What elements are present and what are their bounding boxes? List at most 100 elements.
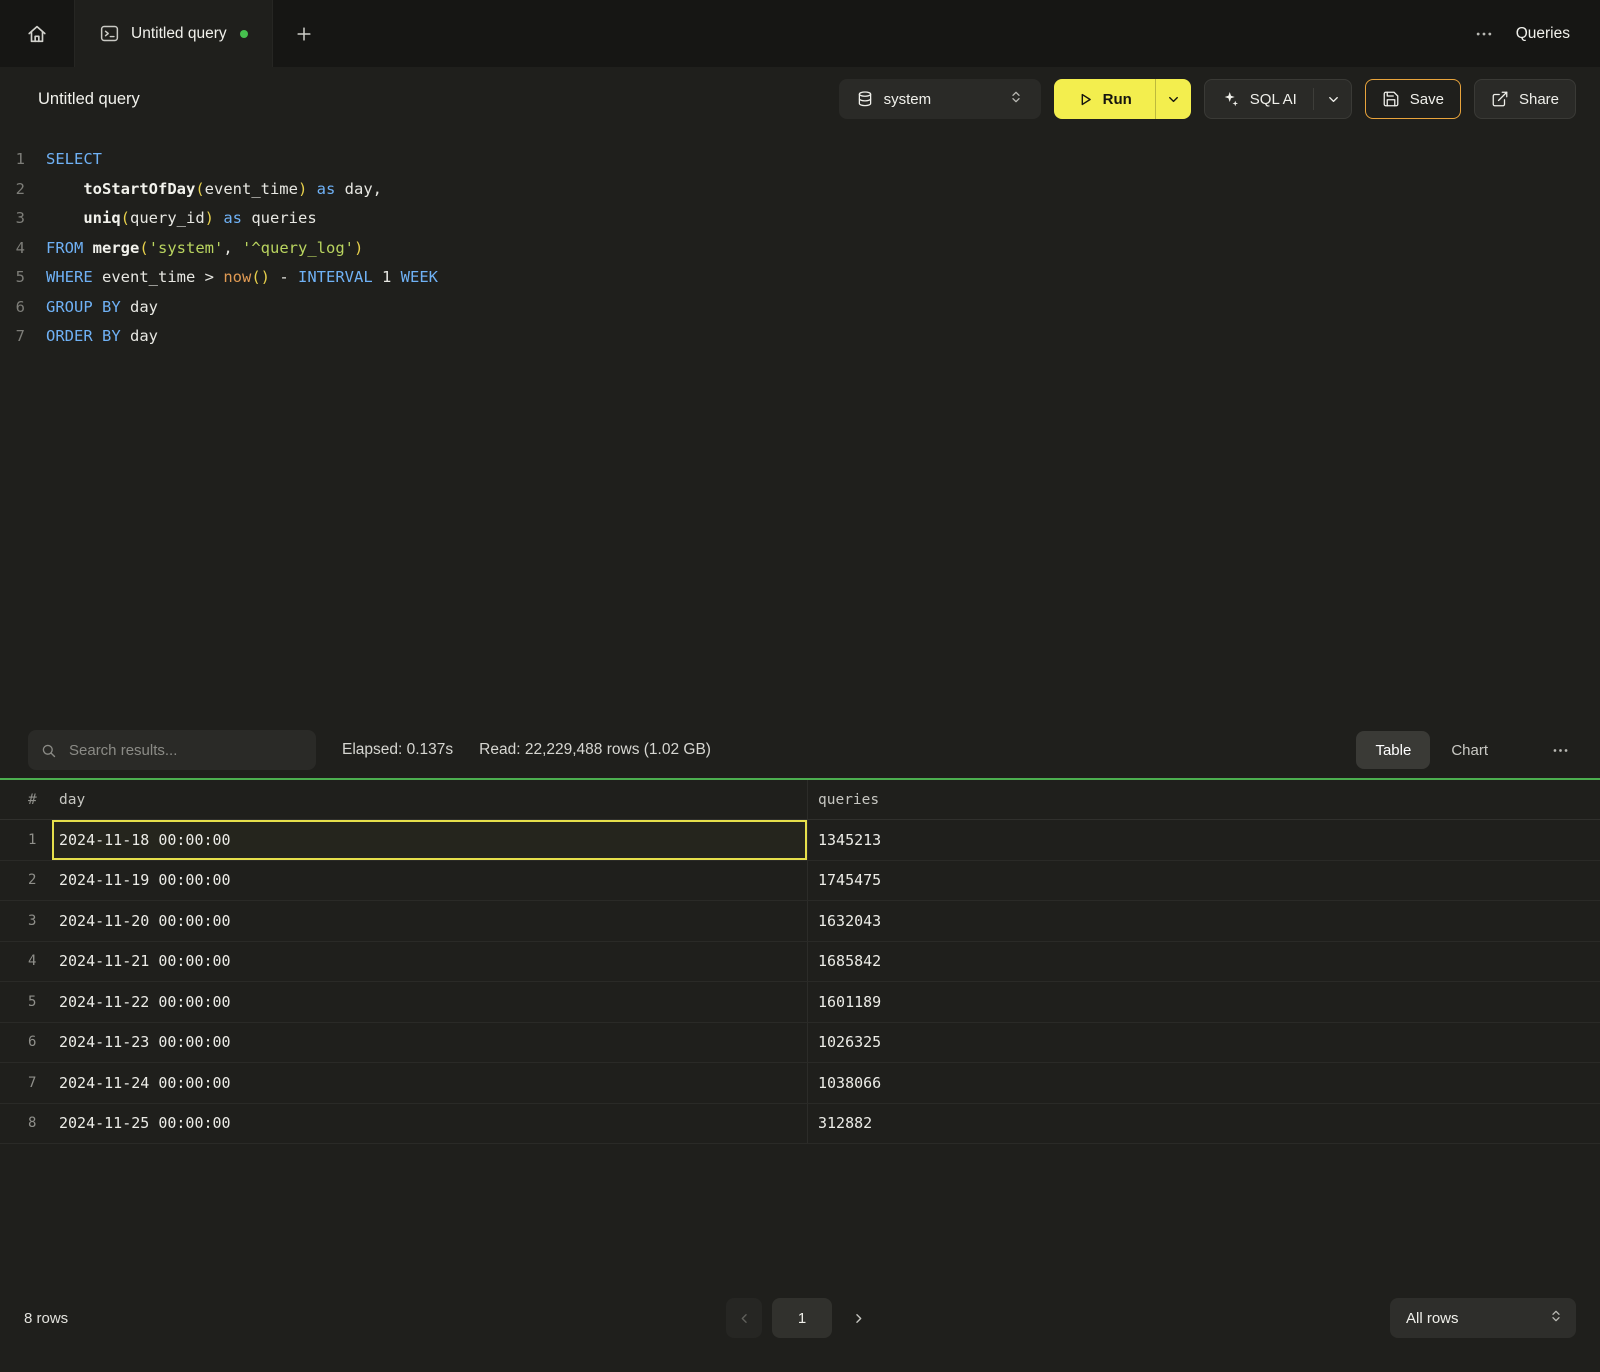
table-row: 12024-11-18 00:00:001345213	[0, 820, 1600, 861]
sql-ai-label: SQL AI	[1250, 91, 1297, 108]
queries-cell[interactable]: 1632043	[808, 901, 1600, 941]
updown-chevrons-icon	[1008, 89, 1024, 109]
chevron-right-icon	[851, 1311, 866, 1326]
search-icon	[40, 742, 57, 759]
run-button[interactable]: Run	[1054, 79, 1155, 119]
queries-cell[interactable]: 1601189	[808, 982, 1600, 1022]
queries-cell[interactable]: 1745475	[808, 861, 1600, 901]
queries-cell[interactable]: 1026325	[808, 1023, 1600, 1063]
code-line[interactable]: 5WHERE event_time > now() - INTERVAL 1 W…	[0, 263, 1600, 293]
day-cell[interactable]: 2024-11-21 00:00:00	[52, 942, 808, 982]
code-line[interactable]: 2 toStartOfDay(event_time) as day,	[0, 175, 1600, 205]
database-selector[interactable]: system	[839, 79, 1041, 119]
save-icon	[1382, 90, 1400, 108]
queries-cell[interactable]: 1345213	[808, 820, 1600, 860]
save-button-label: Save	[1410, 91, 1444, 108]
sparkles-icon	[1221, 90, 1240, 109]
row-number-cell: 7	[0, 1063, 52, 1103]
column-header-index: #	[0, 780, 52, 819]
results-overflow-button[interactable]	[1545, 735, 1576, 766]
day-cell[interactable]: 2024-11-18 00:00:00	[52, 820, 808, 860]
button-divider	[1313, 88, 1314, 110]
share-icon	[1491, 90, 1509, 108]
queries-cell[interactable]: 1038066	[808, 1063, 1600, 1103]
row-number-cell: 4	[0, 942, 52, 982]
tab-label: Untitled query	[131, 25, 227, 43]
day-cell[interactable]: 2024-11-22 00:00:00	[52, 982, 808, 1022]
day-cell[interactable]: 2024-11-23 00:00:00	[52, 1023, 808, 1063]
row-number-cell: 1	[0, 820, 52, 860]
column-header-day[interactable]: day	[52, 780, 808, 819]
row-number-cell: 5	[0, 982, 52, 1022]
app-root: Untitled query Queries Untitled query sy…	[0, 0, 1600, 1372]
table-row: 42024-11-21 00:00:001685842	[0, 942, 1600, 983]
search-results-box[interactable]	[28, 730, 316, 770]
run-options-button[interactable]	[1155, 79, 1191, 119]
chevron-down-icon	[1326, 92, 1341, 107]
search-results-input[interactable]	[67, 741, 304, 760]
column-header-queries[interactable]: queries	[808, 780, 1600, 819]
results-panel: Elapsed: 0.137s Read: 22,229,488 rows (1…	[0, 722, 1600, 1372]
tabbar-right: Queries	[1468, 0, 1600, 67]
tabbar-overflow-button[interactable]	[1468, 18, 1500, 50]
share-button[interactable]: Share	[1474, 79, 1576, 119]
next-page-button[interactable]	[842, 1298, 874, 1338]
table-row: 62024-11-23 00:00:001026325	[0, 1023, 1600, 1064]
home-button[interactable]	[0, 0, 75, 67]
results-footer: 8 rows 1 All rows	[0, 1286, 1600, 1372]
view-toggle: Table Chart	[1356, 731, 1507, 769]
previous-page-button[interactable]	[726, 1298, 762, 1338]
results-rows: 12024-11-18 00:00:00134521322024-11-19 0…	[0, 820, 1600, 1144]
line-number: 5	[0, 263, 46, 293]
rows-per-page-selector[interactable]: All rows	[1390, 1298, 1576, 1338]
run-button-label: Run	[1103, 91, 1132, 108]
row-number-cell: 2	[0, 861, 52, 901]
read-stat: Read: 22,229,488 rows (1.02 GB)	[479, 741, 711, 759]
chevron-down-icon	[1166, 92, 1181, 107]
tab-untitled-query[interactable]: Untitled query	[75, 0, 273, 67]
line-number: 6	[0, 293, 46, 323]
day-cell[interactable]: 2024-11-25 00:00:00	[52, 1104, 808, 1144]
new-tab-button[interactable]	[273, 0, 335, 67]
results-table-header: # day queries	[0, 780, 1600, 820]
row-number-cell: 3	[0, 901, 52, 941]
table-row: 32024-11-20 00:00:001632043	[0, 901, 1600, 942]
page-number-button[interactable]: 1	[772, 1298, 832, 1338]
line-number: 3	[0, 204, 46, 234]
day-cell[interactable]: 2024-11-20 00:00:00	[52, 901, 808, 941]
queries-link[interactable]: Queries	[1516, 25, 1570, 43]
table-row: 52024-11-22 00:00:001601189	[0, 982, 1600, 1023]
unsaved-indicator-dot	[240, 30, 248, 38]
code-line[interactable]: 7ORDER BY day	[0, 322, 1600, 352]
header-actions: system Run SQL AI	[839, 79, 1576, 119]
rows-per-page-value: All rows	[1406, 1310, 1459, 1327]
code-line[interactable]: 6GROUP BY day	[0, 293, 1600, 323]
row-count-label: 8 rows	[24, 1310, 68, 1327]
code-area: 1SELECT2 toStartOfDay(event_time) as day…	[0, 145, 1600, 352]
sql-editor[interactable]: 1SELECT2 toStartOfDay(event_time) as day…	[0, 131, 1600, 722]
code-line[interactable]: 4FROM merge('system', '^query_log')	[0, 234, 1600, 264]
ellipsis-icon	[1474, 24, 1494, 44]
save-button[interactable]: Save	[1365, 79, 1461, 119]
tab-bar: Untitled query Queries	[0, 0, 1600, 67]
line-number: 4	[0, 234, 46, 264]
elapsed-stat: Elapsed: 0.137s	[342, 741, 453, 759]
line-number: 7	[0, 322, 46, 352]
database-icon	[856, 90, 874, 108]
plus-icon	[294, 24, 314, 44]
view-tab-chart[interactable]: Chart	[1432, 731, 1507, 769]
code-line[interactable]: 3 uniq(query_id) as queries	[0, 204, 1600, 234]
day-cell[interactable]: 2024-11-19 00:00:00	[52, 861, 808, 901]
table-row: 72024-11-24 00:00:001038066	[0, 1063, 1600, 1104]
view-tab-table[interactable]: Table	[1356, 731, 1430, 769]
home-icon	[26, 23, 48, 45]
sql-ai-button[interactable]: SQL AI	[1204, 79, 1352, 119]
queries-cell[interactable]: 1685842	[808, 942, 1600, 982]
database-selector-value: system	[884, 91, 932, 108]
share-button-label: Share	[1519, 91, 1559, 108]
day-cell[interactable]: 2024-11-24 00:00:00	[52, 1063, 808, 1103]
code-line[interactable]: 1SELECT	[0, 145, 1600, 175]
ellipsis-icon	[1551, 741, 1570, 760]
console-icon	[99, 23, 120, 44]
queries-cell[interactable]: 312882	[808, 1104, 1600, 1144]
